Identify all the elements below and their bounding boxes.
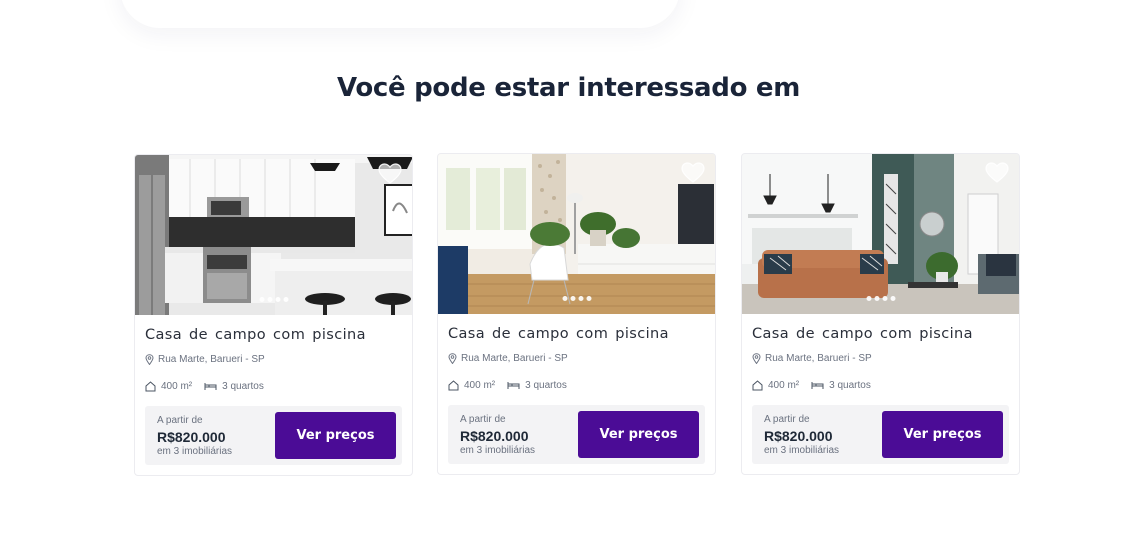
bed-icon — [507, 382, 520, 389]
see-prices-button[interactable]: Ver preços — [578, 411, 699, 458]
agencies-count: em 3 imobiliárias — [157, 446, 233, 457]
area-feature: 400 m² — [752, 380, 799, 391]
address-text: Rua Marte, Barueri - SP — [461, 353, 568, 364]
price-from-label: A partir de — [157, 415, 203, 426]
price-from-label: A partir de — [764, 414, 810, 425]
kitchen-photo[interactable] — [135, 155, 412, 315]
rooms-text: 3 quartos — [829, 380, 871, 391]
house-icon — [448, 380, 459, 391]
rooms-feature: 3 quartos — [811, 380, 871, 391]
price-from-label: A partir de — [460, 414, 506, 425]
section-title: Você pode estar interessado em — [336, 73, 801, 103]
house-icon — [752, 380, 763, 391]
carousel-dot[interactable] — [267, 297, 272, 302]
price-box: A partir de R$820.000 em 3 imobiliárias … — [752, 405, 1009, 464]
price-box: A partir de R$820.000 em 3 imobiliárias … — [145, 406, 402, 465]
living-room-photo[interactable] — [438, 154, 715, 314]
property-cards: Casa de campo com piscina Rua Marte, Bar… — [134, 153, 1020, 476]
address-text: Rua Marte, Barueri - SP — [765, 353, 872, 364]
see-prices-button[interactable]: Ver preços — [882, 411, 1003, 458]
heart-icon[interactable] — [681, 162, 705, 184]
carousel-dot[interactable] — [578, 296, 583, 301]
area-feature: 400 m² — [145, 381, 192, 392]
area-text: 400 m² — [161, 381, 193, 392]
lounge-photo[interactable] — [742, 154, 1019, 314]
agencies-count: em 3 imobiliárias — [460, 445, 536, 456]
rooms-text: 3 quartos — [525, 380, 567, 391]
bed-icon — [811, 382, 824, 389]
heart-icon[interactable] — [378, 163, 402, 185]
card-title[interactable]: Casa de campo com piscina — [448, 326, 669, 342]
carousel-dot[interactable] — [890, 296, 895, 301]
features: 400 m² 3 quartos — [752, 380, 871, 391]
address: Rua Marte, Barueri - SP — [448, 353, 568, 364]
carousel-dot[interactable] — [866, 296, 871, 301]
card-title[interactable]: Casa de campo com piscina — [752, 326, 973, 342]
card-title[interactable]: Casa de campo com piscina — [145, 327, 366, 343]
property-card[interactable]: Casa de campo com piscina Rua Marte, Bar… — [134, 154, 413, 476]
address-text: Rua Marte, Barueri - SP — [158, 354, 265, 365]
address: Rua Marte, Barueri - SP — [752, 353, 872, 364]
kitchen-photo-image — [135, 155, 412, 315]
carousel-dot[interactable] — [882, 296, 887, 301]
carousel-dot[interactable] — [275, 297, 280, 302]
location-pin-icon — [448, 353, 457, 364]
carousel-dot[interactable] — [562, 296, 567, 301]
area-text: 400 m² — [768, 380, 800, 391]
rooms-text: 3 quartos — [222, 381, 264, 392]
see-prices-button[interactable]: Ver preços — [275, 412, 396, 459]
carousel-dot[interactable] — [586, 296, 591, 301]
lounge-photo-image — [742, 154, 1019, 314]
living-room-photo-image — [438, 154, 715, 314]
carousel-dot[interactable] — [283, 297, 288, 302]
property-card[interactable]: Casa de campo com piscina Rua Marte, Bar… — [437, 153, 716, 475]
location-pin-icon — [752, 353, 761, 364]
location-pin-icon — [145, 354, 154, 365]
carousel-dots[interactable] — [866, 296, 895, 301]
heart-icon[interactable] — [985, 162, 1009, 184]
features: 400 m² 3 quartos — [145, 381, 264, 392]
price-value: R$820.000 — [460, 428, 529, 444]
features: 400 m² 3 quartos — [448, 380, 567, 391]
price-box: A partir de R$820.000 em 3 imobiliárias … — [448, 405, 705, 464]
bed-icon — [204, 383, 217, 390]
carousel-dot[interactable] — [570, 296, 575, 301]
area-text: 400 m² — [464, 380, 496, 391]
property-card[interactable]: Casa de campo com piscina Rua Marte, Bar… — [741, 153, 1020, 475]
carousel-dot[interactable] — [874, 296, 879, 301]
carousel-dots[interactable] — [562, 296, 591, 301]
rooms-feature: 3 quartos — [204, 381, 264, 392]
agencies-count: em 3 imobiliárias — [764, 445, 840, 456]
carousel-dots[interactable] — [259, 297, 288, 302]
area-feature: 400 m² — [448, 380, 495, 391]
header-shadow — [120, 0, 680, 28]
price-value: R$820.000 — [764, 428, 833, 444]
carousel-dot[interactable] — [259, 297, 264, 302]
house-icon — [145, 381, 156, 392]
price-value: R$820.000 — [157, 429, 226, 445]
rooms-feature: 3 quartos — [507, 380, 567, 391]
address: Rua Marte, Barueri - SP — [145, 354, 265, 365]
